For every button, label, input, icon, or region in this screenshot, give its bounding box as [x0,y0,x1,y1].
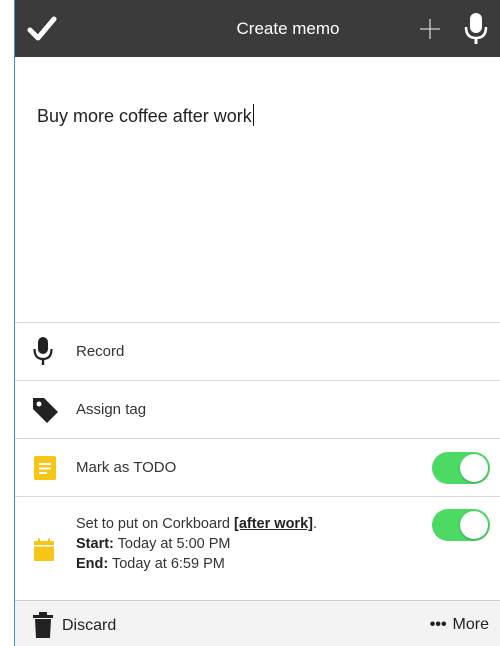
footer-bar: Discard ••• More [15,600,500,646]
corkboard-start: Start: Today at 5:00 PM [76,534,317,554]
memo-text: Buy more coffee after work [37,106,252,126]
corkboard-end: End: Today at 6:59 PM [76,554,317,574]
todo-label: Mark as TODO [76,459,177,476]
todo-toggle[interactable] [432,452,490,484]
trash-icon [33,612,53,638]
assign-tag-option[interactable]: Assign tag [15,380,500,438]
note-icon [34,456,56,480]
memo-window: Create memo Buy more coffee after work R… [14,0,500,646]
end-label: End: [76,556,109,572]
tag-icon [33,398,58,423]
corkboard-summary: Set to put on Corkboard [after work]. [76,514,317,534]
corkboard-option[interactable]: Set to put on Corkboard [after work]. St… [15,496,500,600]
more-label: More [452,616,489,633]
end-value: Today at 6:59 PM [108,556,225,572]
discard-label: Discard [62,617,117,634]
toggle-knob [460,511,488,539]
corkboard-trigger-link[interactable]: [after work] [234,516,313,532]
plus-icon[interactable] [419,18,441,40]
text-caret [252,104,254,126]
corkboard-suffix: . [312,516,317,532]
todo-option[interactable]: Mark as TODO [15,438,500,496]
start-label: Start: [76,536,114,552]
microphone-icon[interactable] [464,12,488,46]
corkboard-toggle[interactable] [432,509,490,541]
corkboard-details: Set to put on Corkboard [after work]. St… [76,514,317,574]
header-bar: Create memo [15,0,500,57]
toggle-knob [460,454,488,482]
memo-text-input[interactable]: Buy more coffee after work [37,104,254,127]
more-button[interactable]: ••• More [430,616,489,634]
more-dots-icon: ••• [429,616,447,633]
record-option[interactable]: Record [15,322,500,380]
microphone-icon [33,337,53,365]
assign-tag-label: Assign tag [76,401,147,418]
corkboard-prefix: Set to put on Corkboard [76,516,234,532]
calendar-icon [34,538,54,561]
start-value: Today at 5:00 PM [113,536,231,552]
record-label: Record [76,343,125,360]
